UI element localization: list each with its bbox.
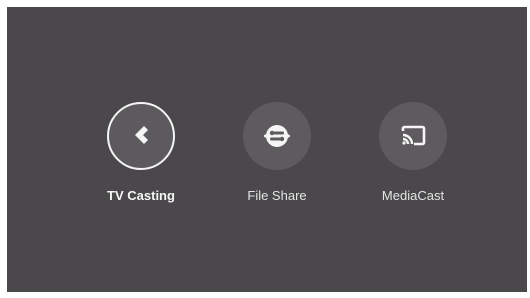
tv-casting-icon-circle: [107, 102, 175, 170]
app-label: TV Casting: [107, 188, 175, 203]
app-label: MediaCast: [381, 188, 445, 203]
app-file-share[interactable]: File Share: [217, 102, 337, 212]
cast-icon-circle: [379, 102, 447, 170]
cast-icon: [401, 125, 426, 146]
tv-casting-icon: [135, 126, 148, 144]
app-mediacast[interactable]: MediaCast: [353, 102, 473, 212]
app-label: File Share: [247, 188, 307, 203]
app-tv-casting[interactable]: TV Casting: [81, 102, 201, 212]
file-share-icon-circle: [243, 102, 311, 170]
file-share-icon: [264, 125, 290, 147]
tv-home-screen: TV Casting File Share MediaCast: [7, 7, 527, 292]
